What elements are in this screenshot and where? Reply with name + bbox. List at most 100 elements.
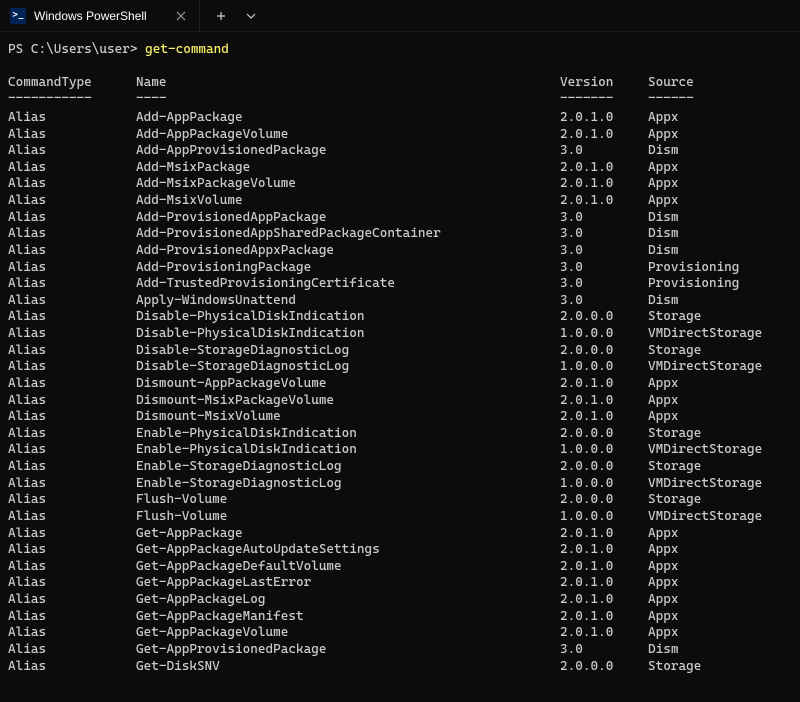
- close-icon[interactable]: [173, 8, 189, 24]
- cell-source: Dism: [648, 642, 792, 659]
- cell-commandtype: Alias: [8, 127, 136, 144]
- cell-name: Disable-StorageDiagnosticLog: [136, 359, 560, 376]
- cell-version: 3.0: [560, 243, 648, 260]
- cell-name: Get-AppPackage: [136, 526, 560, 543]
- cell-version: 2.0.1.0: [560, 559, 648, 576]
- tab-powershell[interactable]: >_ Windows PowerShell: [0, 0, 200, 31]
- table-row: AliasApply-WindowsUnattend3.0Dism: [8, 293, 792, 310]
- cell-source: Dism: [648, 243, 792, 260]
- cell-name: Add-ProvisionedAppxPackage: [136, 243, 560, 260]
- cell-name: Enable-PhysicalDiskIndication: [136, 426, 560, 443]
- cell-commandtype: Alias: [8, 343, 136, 360]
- table-row: AliasGet-AppPackageManifest2.0.1.0Appx: [8, 609, 792, 626]
- cell-name: Disable-StorageDiagnosticLog: [136, 343, 560, 360]
- cell-name: Disable-PhysicalDiskIndication: [136, 326, 560, 343]
- cell-version: 1.0.0.0: [560, 442, 648, 459]
- cell-source: Appx: [648, 592, 792, 609]
- tab-dropdown-button[interactable]: [236, 0, 266, 32]
- table-row: AliasAdd-ProvisionedAppxPackage3.0Dism: [8, 243, 792, 260]
- cell-name: Add-AppPackage: [136, 110, 560, 127]
- cell-version: 2.0.1.0: [560, 575, 648, 592]
- divider-version: -------: [560, 91, 648, 108]
- cell-name: Get-AppPackageDefaultVolume: [136, 559, 560, 576]
- table-row: AliasDismount-MsixVolume2.0.1.0Appx: [8, 409, 792, 426]
- cell-version: 1.0.0.0: [560, 359, 648, 376]
- divider-source: ------: [648, 91, 792, 108]
- cell-version: 3.0: [560, 226, 648, 243]
- table-row: AliasAdd-MsixPackage2.0.1.0Appx: [8, 160, 792, 177]
- cell-version: 2.0.0.0: [560, 426, 648, 443]
- cell-source: Appx: [648, 559, 792, 576]
- cell-source: Appx: [648, 110, 792, 127]
- table-row: AliasEnable-PhysicalDiskIndication2.0.0.…: [8, 426, 792, 443]
- cell-commandtype: Alias: [8, 326, 136, 343]
- output-header: CommandType Name Version Source: [8, 75, 792, 92]
- cell-commandtype: Alias: [8, 359, 136, 376]
- cell-name: Apply-WindowsUnattend: [136, 293, 560, 310]
- table-row: AliasGet-AppPackageDefaultVolume2.0.1.0A…: [8, 559, 792, 576]
- cell-commandtype: Alias: [8, 459, 136, 476]
- cell-version: 3.0: [560, 293, 648, 310]
- cell-version: 1.0.0.0: [560, 509, 648, 526]
- command-text: get-command: [145, 42, 229, 57]
- table-row: AliasGet-AppProvisionedPackage3.0Dism: [8, 642, 792, 659]
- powershell-icon: >_: [10, 8, 26, 24]
- cell-commandtype: Alias: [8, 442, 136, 459]
- cell-name: Add-ProvisioningPackage: [136, 260, 560, 277]
- cell-version: 2.0.0.0: [560, 309, 648, 326]
- table-row: AliasAdd-ProvisionedAppPackage3.0Dism: [8, 210, 792, 227]
- table-row: AliasDisable-PhysicalDiskIndication2.0.0…: [8, 309, 792, 326]
- cell-commandtype: Alias: [8, 226, 136, 243]
- table-row: AliasGet-AppPackageVolume2.0.1.0Appx: [8, 625, 792, 642]
- table-row: AliasFlush-Volume2.0.0.0Storage: [8, 492, 792, 509]
- cell-source: Storage: [648, 659, 792, 676]
- header-version: Version: [560, 75, 648, 92]
- cell-commandtype: Alias: [8, 625, 136, 642]
- cell-commandtype: Alias: [8, 542, 136, 559]
- cell-version: 3.0: [560, 276, 648, 293]
- cell-commandtype: Alias: [8, 110, 136, 127]
- cell-source: Appx: [648, 127, 792, 144]
- cell-name: Enable-StorageDiagnosticLog: [136, 476, 560, 493]
- header-commandtype: CommandType: [8, 75, 136, 92]
- cell-commandtype: Alias: [8, 526, 136, 543]
- new-tab-button[interactable]: [206, 0, 236, 32]
- cell-version: 2.0.0.0: [560, 659, 648, 676]
- cell-name: Get-AppPackageManifest: [136, 609, 560, 626]
- cell-source: VMDirectStorage: [648, 442, 792, 459]
- cell-name: Disable-PhysicalDiskIndication: [136, 309, 560, 326]
- cell-version: 2.0.0.0: [560, 459, 648, 476]
- table-row: AliasAdd-TrustedProvisioningCertificate3…: [8, 276, 792, 293]
- table-row: AliasDismount-MsixPackageVolume2.0.1.0Ap…: [8, 393, 792, 410]
- cell-name: Add-ProvisionedAppPackage: [136, 210, 560, 227]
- cell-source: Dism: [648, 210, 792, 227]
- cell-version: 2.0.1.0: [560, 193, 648, 210]
- cell-name: Enable-StorageDiagnosticLog: [136, 459, 560, 476]
- cell-source: Dism: [648, 226, 792, 243]
- cell-version: 2.0.1.0: [560, 176, 648, 193]
- table-row: AliasDisable-StorageDiagnosticLog1.0.0.0…: [8, 359, 792, 376]
- cell-commandtype: Alias: [8, 426, 136, 443]
- cell-commandtype: Alias: [8, 559, 136, 576]
- cell-version: 3.0: [560, 210, 648, 227]
- table-row: AliasDisable-StorageDiagnosticLog2.0.0.0…: [8, 343, 792, 360]
- cell-commandtype: Alias: [8, 143, 136, 160]
- table-row: AliasAdd-MsixPackageVolume2.0.1.0Appx: [8, 176, 792, 193]
- cell-name: Dismount-MsixPackageVolume: [136, 393, 560, 410]
- cell-commandtype: Alias: [8, 575, 136, 592]
- cell-version: 3.0: [560, 260, 648, 277]
- cell-commandtype: Alias: [8, 193, 136, 210]
- cell-source: Storage: [648, 492, 792, 509]
- table-row: AliasDisable-PhysicalDiskIndication1.0.0…: [8, 326, 792, 343]
- table-row: AliasAdd-ProvisionedAppSharedPackageCont…: [8, 226, 792, 243]
- prompt-text: PS C:\Users\user>: [8, 42, 145, 57]
- cell-name: Add-MsixPackageVolume: [136, 176, 560, 193]
- terminal-output[interactable]: PS C:\Users\user> get-command CommandTyp…: [0, 32, 800, 685]
- cell-name: Get-AppPackageAutoUpdateSettings: [136, 542, 560, 559]
- cell-commandtype: Alias: [8, 509, 136, 526]
- cell-version: 1.0.0.0: [560, 476, 648, 493]
- cell-name: Add-MsixPackage: [136, 160, 560, 177]
- cell-commandtype: Alias: [8, 393, 136, 410]
- cell-version: 3.0: [560, 143, 648, 160]
- cell-source: Appx: [648, 526, 792, 543]
